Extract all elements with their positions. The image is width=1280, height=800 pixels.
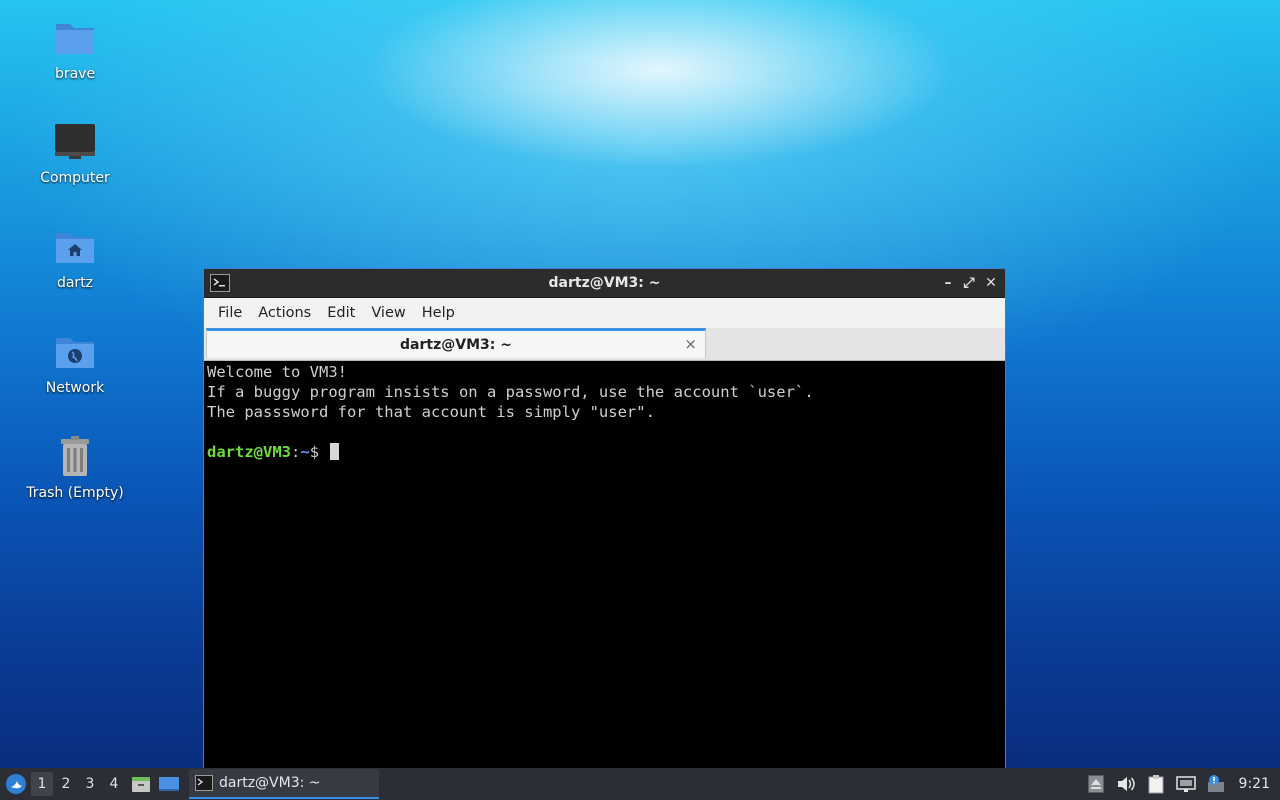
desktop-icon-dartz[interactable]: dartz (20, 225, 130, 291)
tab-terminal[interactable]: dartz@VM3: ~ × (206, 328, 706, 358)
workspace-1[interactable]: 1 (31, 772, 53, 796)
menu-view[interactable]: View (363, 305, 413, 321)
maximize-button[interactable]: ⤢ (960, 274, 978, 292)
desktop-icon-computer[interactable]: Computer (20, 120, 130, 186)
text-cursor (330, 443, 340, 460)
lubuntu-logo-icon (6, 774, 26, 794)
clock[interactable]: 9:21 (1239, 776, 1270, 792)
tray-eject[interactable] (1085, 773, 1107, 795)
eject-icon (1088, 775, 1104, 793)
tray-updates[interactable] (1205, 773, 1227, 795)
workspace-4[interactable]: 4 (103, 772, 125, 796)
terminal-line: Welcome to VM3! (207, 363, 347, 381)
prompt-line: dartz@VM3:~$ (207, 442, 1002, 462)
menu-file[interactable]: File (210, 305, 250, 321)
desktop-icon-label: Computer (40, 170, 110, 186)
workspace-3[interactable]: 3 (79, 772, 101, 796)
prompt-path: ~ (300, 443, 310, 461)
desktop-icon-network[interactable]: Network (20, 330, 130, 396)
desktop-icon (159, 777, 179, 791)
terminal-output[interactable]: Welcome to VM3! If a buggy program insis… (207, 361, 1002, 772)
home-folder-icon (56, 233, 94, 263)
volume-icon (1117, 777, 1135, 791)
tab-label: dartz@VM3: ~ (400, 336, 512, 353)
menu-help[interactable]: Help (414, 305, 463, 321)
desktop-icon-label: Trash (Empty) (26, 485, 124, 501)
prompt-user: dartz@VM3 (207, 443, 291, 461)
terminal-window[interactable]: dartz@VM3: ~ – ⤢ ✕ File Actions Edit Vie… (203, 268, 1006, 773)
terminal-icon (195, 775, 213, 791)
tray-volume[interactable] (1115, 773, 1137, 795)
tab-bar: dartz@VM3: ~ × (204, 328, 1005, 361)
computer-icon (55, 124, 95, 159)
application-menu-button[interactable] (3, 771, 29, 797)
menu-bar: File Actions Edit View Help (204, 298, 1005, 328)
desktop-icon-brave[interactable]: brave (20, 16, 130, 82)
workspace-2[interactable]: 2 (55, 772, 77, 796)
desktop-icon-label: brave (54, 66, 96, 82)
tab-close-button[interactable]: × (684, 335, 697, 353)
update-notifier-icon (1207, 775, 1224, 792)
file-cabinet-icon (132, 777, 150, 792)
tray-network[interactable] (1175, 773, 1197, 795)
system-tray: 9:21 (1077, 773, 1280, 795)
task-label: dartz@VM3: ~ (219, 775, 321, 791)
file-manager-launcher[interactable] (129, 772, 153, 796)
desktop-icon-label: Network (45, 380, 105, 396)
minimize-button[interactable]: – (939, 274, 957, 292)
window-titlebar[interactable]: dartz@VM3: ~ – ⤢ ✕ (204, 269, 1005, 298)
desktop-icon-trash[interactable]: Trash (Empty) (20, 435, 130, 501)
terminal-line: The passsword for that account is simply… (207, 403, 655, 421)
terminal-icon (210, 274, 230, 292)
taskbar-task-terminal[interactable]: dartz@VM3: ~ (189, 769, 379, 799)
show-desktop-button[interactable] (157, 772, 181, 796)
close-button[interactable]: ✕ (982, 274, 1000, 292)
network-folder-icon (56, 338, 94, 368)
prompt-separator: : (291, 443, 301, 461)
window-title: dartz@VM3: ~ (548, 275, 661, 291)
menu-edit[interactable]: Edit (319, 305, 363, 321)
desktop-icon-label: dartz (56, 275, 94, 291)
network-icon (1175, 776, 1196, 792)
clipboard-icon (1148, 775, 1164, 794)
taskbar: 1 2 3 4 dartz@VM3: ~ 9:21 (0, 768, 1280, 800)
menu-actions[interactable]: Actions (250, 305, 319, 321)
terminal-line: If a buggy program insists on a password… (207, 383, 814, 401)
trash-icon (61, 436, 89, 476)
prompt-symbol: $ (309, 443, 329, 461)
tray-clipboard[interactable] (1145, 773, 1167, 795)
folder-icon (56, 24, 94, 54)
